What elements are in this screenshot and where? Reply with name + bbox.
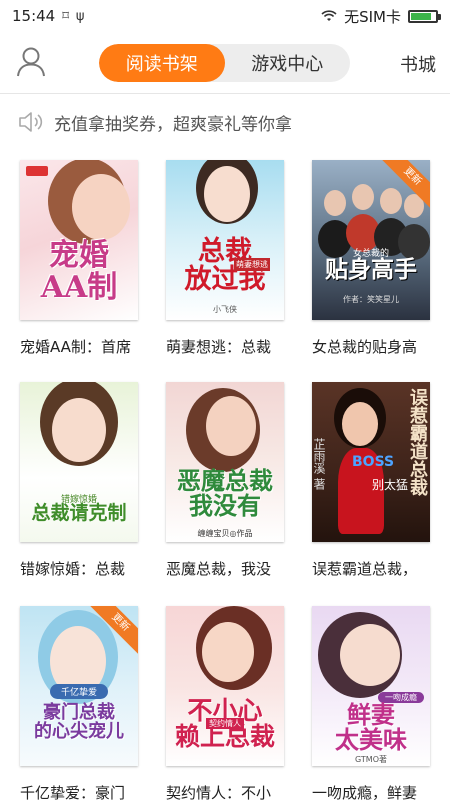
book-title: 萌妻想逃：总裁	[166, 338, 272, 356]
book-cover[interactable]: 宠婚 AA制	[20, 160, 138, 320]
cover-title: 豪门总裁 的心尖宠儿	[34, 702, 124, 742]
book-cover[interactable]: 错嫁惊婚 总裁请克制	[20, 382, 138, 542]
user-profile-icon[interactable]	[16, 46, 46, 78]
book-title: 错嫁惊婚：总裁	[20, 560, 126, 578]
book-item[interactable]: 不小心 赖上总裁 契约情人 契约情人：不小	[166, 606, 286, 803]
notification-icon: ⌑	[62, 8, 69, 24]
usb-icon: ψ	[75, 8, 85, 24]
notice-text: 充值拿抽奖券，超爽豪礼等你拿	[54, 114, 292, 135]
book-title: 恶魔总裁，我没	[166, 560, 272, 578]
book-cover[interactable]: 不小心 赖上总裁 契约情人	[166, 606, 284, 766]
cover-author: 作者：笑笑星儿	[343, 295, 399, 304]
book-item[interactable]: 宠婚 AA制 宠婚AA制：首席	[20, 160, 140, 357]
book-cover[interactable]: 恶魔总裁 我没有 缠缠宝贝◎作品	[166, 382, 284, 542]
book-title: 宠婚AA制：首席	[20, 338, 131, 356]
cover-tag: BOSS	[352, 454, 395, 470]
book-title: 女总裁的贴身高	[312, 338, 418, 356]
book-item[interactable]: 女总裁的 贴身高手 作者：笑笑星儿 更新 女总裁的贴身高	[312, 160, 432, 357]
cover-author: 缠缠宝贝◎作品	[197, 529, 253, 538]
book-item[interactable]: 一吻成瘾 鲜妻 太美味 GTMO著 一吻成瘾，鲜妻	[312, 606, 432, 803]
shelf-tab-switch: 阅读书架 游戏中心	[99, 44, 350, 82]
bookstore-link[interactable]: 书城	[400, 51, 436, 77]
cover-title: 贴身高手	[325, 256, 417, 283]
book-item[interactable]: 总裁 放过我 萌妻想逃 小飞侠 萌妻想逃：总裁	[166, 160, 286, 357]
status-right: 无SIM卡	[321, 6, 441, 27]
cover-tag-2: 别太猛	[372, 478, 409, 492]
book-cover[interactable]: 千亿挚爱 豪门总裁 的心尖宠儿 更新	[20, 606, 138, 766]
book-item[interactable]: 误惹霸道总裁 BOSS 别太猛 芷雨溪 著 误惹霸道总裁，	[312, 382, 432, 579]
cover-title: 宠婚 AA制	[40, 238, 118, 305]
book-cover[interactable]: 女总裁的 贴身高手 作者：笑笑星儿 更新	[312, 160, 430, 320]
cover-author: 小飞侠	[213, 305, 237, 314]
tab-reading-shelf[interactable]: 阅读书架	[99, 44, 225, 82]
status-time: 15:44	[12, 7, 56, 25]
tab-game-center[interactable]: 游戏中心	[225, 44, 351, 82]
book-item[interactable]: 错嫁惊婚 总裁请克制 错嫁惊婚：总裁	[20, 382, 140, 579]
cover-author: 芷雨溪 著	[312, 438, 326, 490]
wifi-icon	[321, 10, 337, 21]
book-cover[interactable]: 误惹霸道总裁 BOSS 别太猛 芷雨溪 著	[312, 382, 430, 542]
book-cover[interactable]: 一吻成瘾 鲜妻 太美味 GTMO著	[312, 606, 430, 766]
book-item[interactable]: 恶魔总裁 我没有 缠缠宝贝◎作品 恶魔总裁，我没	[166, 382, 286, 579]
book-title: 误惹霸道总裁，	[312, 560, 418, 578]
cover-author: GTMO著	[355, 755, 387, 764]
battery-icon	[408, 9, 441, 23]
status-left: 15:44 ⌑ ψ	[12, 7, 84, 25]
cover-tag: 千亿挚爱	[50, 684, 108, 699]
cover-title: 总裁请克制	[31, 502, 127, 524]
carrier-label: 无SIM卡	[344, 7, 401, 26]
cover-title: 鲜妻 太美味	[335, 700, 407, 755]
book-cover[interactable]: 总裁 放过我 萌妻想逃 小飞侠	[166, 160, 284, 320]
top-header: 阅读书架 游戏中心 书城	[0, 32, 450, 94]
cover-title: 恶魔总裁 我没有	[177, 466, 273, 521]
status-bar: 15:44 ⌑ ψ 无SIM卡	[0, 0, 450, 32]
cover-tag: 萌妻想逃	[234, 258, 270, 271]
book-item[interactable]: 千亿挚爱 豪门总裁 的心尖宠儿 更新 千亿挚爱：豪门	[20, 606, 140, 803]
cover-tag: 契约情人	[206, 718, 244, 729]
promo-notice[interactable]: 充值拿抽奖券，超爽豪礼等你拿	[0, 94, 450, 150]
battery-fill	[411, 12, 432, 20]
speaker-icon	[19, 112, 43, 132]
